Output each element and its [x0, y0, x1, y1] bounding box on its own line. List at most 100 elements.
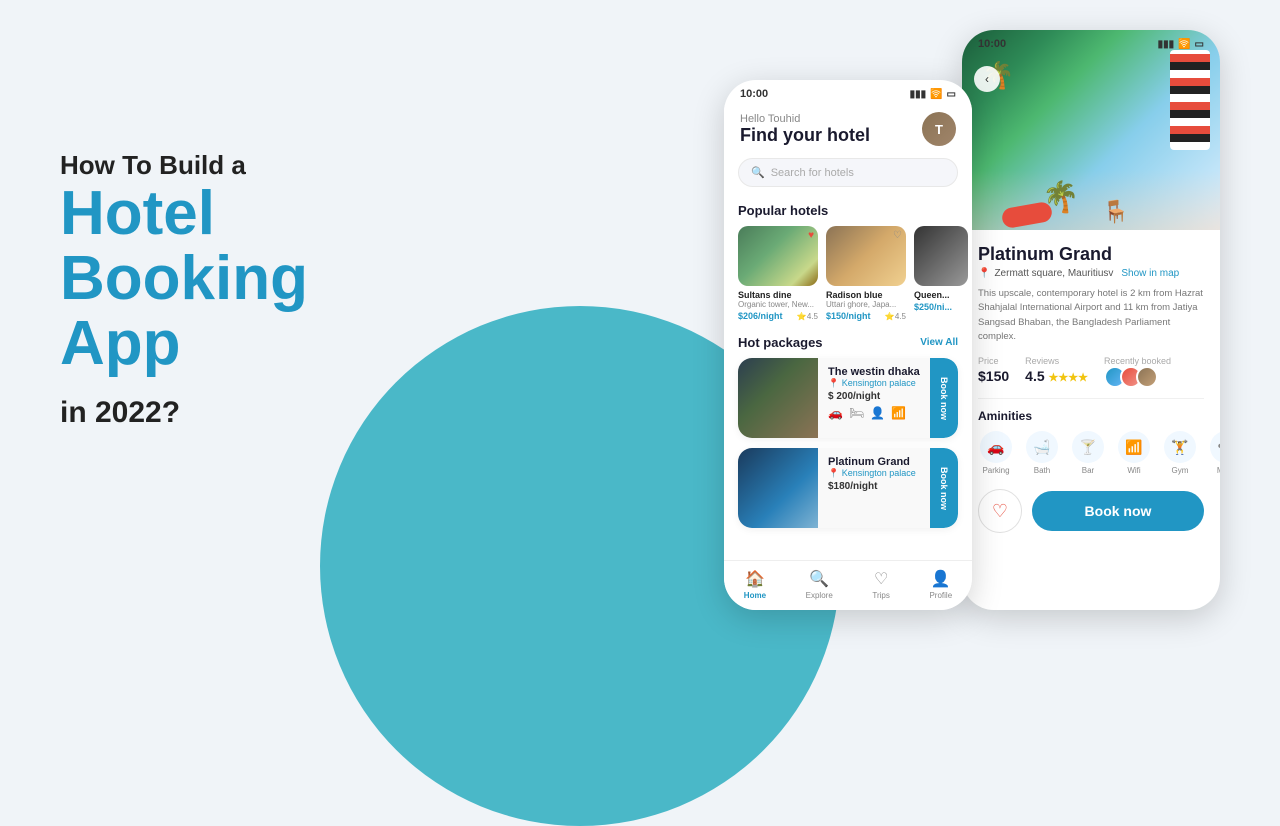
hotel-card-1[interactable]: ♥ Sultans dine Organic tower, New... $20… — [738, 226, 818, 321]
amenity-parking: 🚗 Parking — [978, 431, 1014, 475]
greeting-block: Hello Touhid Find your hotel — [740, 113, 870, 146]
nav-trips[interactable]: ♡ Trips — [872, 569, 889, 600]
reviews-value: 4.5 ★★★★ — [1025, 368, 1088, 384]
title-hotel: Hotel — [60, 179, 215, 248]
hotel-card-3[interactable]: Queen... $250/ni... — [914, 226, 968, 321]
popular-hotels-title: Popular hotels — [724, 199, 972, 226]
amenity-bath: 🛁 Bath — [1024, 431, 1060, 475]
view-all-link[interactable]: View All — [920, 337, 958, 348]
hotels-scroll: ♥ Sultans dine Organic tower, New... $20… — [724, 226, 972, 331]
subtitle-line1: How To Build a — [60, 150, 246, 180]
avatar: T — [922, 112, 956, 146]
phones-container: 10:00 ▮▮▮ 🛜 ▭ Hello Touhid Find your hot… — [724, 30, 1220, 610]
header-title: Find your hotel — [740, 125, 870, 146]
wifi-icon: 🛜 — [930, 89, 942, 100]
more-icon: ••• — [1218, 438, 1220, 456]
detail-content: Platinum Grand 📍 Zermatt square, Mauriti… — [962, 230, 1220, 547]
main-title: Hotel Booking App — [60, 181, 308, 376]
nav-home-label: Home — [744, 591, 766, 600]
price-label: Price — [978, 356, 1009, 366]
bath-icon: 🛁 — [1033, 439, 1050, 456]
signal-icon-2: ▮▮▮ — [1158, 39, 1175, 50]
hotel-card-2[interactable]: ♡ Radison blue Uttari ghore, Japa... $15… — [826, 226, 906, 321]
time-2: 10:00 — [978, 38, 1006, 50]
status-icons-2: ▮▮▮ 🛜 ▭ — [1158, 39, 1204, 50]
title-app: App — [60, 309, 181, 378]
hotel-img-1: ♥ — [738, 226, 818, 286]
bottom-nav: 🏠 Home 🔍 Explore ♡ Trips 👤 Profile — [724, 560, 972, 610]
book-now-button[interactable]: Book now — [1032, 491, 1204, 531]
time-1: 10:00 — [740, 88, 768, 100]
nav-explore[interactable]: 🔍 Explore — [806, 569, 833, 600]
heart-icon-2: ♡ — [893, 230, 902, 241]
detail-location: 📍 Zermatt square, Mauritiusv Show in map — [978, 268, 1204, 279]
phone-detail: 10:00 ▮▮▮ 🛜 ▭ ‹ 🌴 🌴 🪑 Platinum Grand 📍 Z… — [962, 30, 1220, 610]
amenity-gym: 🏋 Gym — [1162, 431, 1198, 475]
hotel-location-1: Organic tower, New... — [738, 300, 818, 309]
battery-icon-2: ▭ — [1195, 39, 1204, 50]
hotel-name-1: Sultans dine — [738, 290, 818, 300]
package-price-1: $ 200/night — [828, 391, 920, 402]
hotel-rating-1: ⭐4.5 — [797, 312, 818, 321]
amenities-title: Aminities — [978, 409, 1204, 423]
palm-tree-1: 🌴 — [1042, 180, 1079, 215]
status-icons-1: ▮▮▮ 🛜 ▭ — [910, 89, 956, 100]
nav-home[interactable]: 🏠 Home — [744, 569, 766, 600]
package-amenities-1: 🚗 🛏 👤 📶 — [828, 406, 920, 420]
recently-booked-avatars — [1104, 366, 1171, 388]
left-text-section: How To Build a Hotel Booking App in 2022… — [60, 150, 308, 430]
search-icon: 🔍 — [751, 166, 765, 179]
recently-booked-stat: Recently booked — [1104, 356, 1171, 388]
book-btn-1[interactable]: Book now — [930, 358, 958, 438]
parking-icon: 🚗 — [987, 439, 1004, 456]
rbi-3 — [1136, 366, 1158, 388]
home-icon: 🏠 — [745, 569, 765, 589]
heart-icon-1: ♥ — [808, 230, 814, 241]
amenities-grid: 🚗 Parking 🛁 Bath 🍸 Bar — [978, 431, 1204, 475]
wifi-icon-2: 🛜 — [1178, 39, 1190, 50]
package-card-2[interactable]: Platinum Grand 📍 Kensington palace $180/… — [738, 448, 958, 528]
location-pin-1: 📍 — [828, 378, 839, 388]
hot-packages-title: Hot packages — [738, 335, 823, 350]
book-btn-2[interactable]: Book now — [930, 448, 958, 528]
beach-chair: 🪑 — [1102, 199, 1129, 225]
battery-icon: ▭ — [947, 89, 956, 100]
phone-header: Hello Touhid Find your hotel T — [724, 104, 972, 158]
back-button[interactable]: ‹ — [974, 66, 1000, 92]
stars-icon: ★★★★ — [1049, 372, 1088, 384]
package-name-2: Platinum Grand — [828, 456, 920, 468]
hotel-name-3: Queen... — [914, 290, 968, 300]
hotel-price-1: $206/night — [738, 311, 783, 321]
wifi-label: Wifi — [1127, 466, 1140, 475]
package-card-1[interactable]: The westin dhaka 📍 Kensington palace $ 2… — [738, 358, 958, 438]
gym-label: Gym — [1172, 466, 1189, 475]
amenity-wifi: 📶 Wifi — [1116, 431, 1152, 475]
search-placeholder-text: Search for hotels — [771, 167, 854, 179]
hotel-name-2: Radison blue — [826, 290, 906, 300]
parking-circle: 🚗 — [980, 431, 1012, 463]
price-stat: Price $150 — [978, 356, 1009, 388]
nav-profile[interactable]: 👤 Profile — [929, 569, 952, 600]
price-value: $150 — [978, 368, 1009, 384]
amenity-more[interactable]: ••• More — [1208, 431, 1220, 475]
package-price-2: $180/night — [828, 481, 920, 492]
bar-label: Bar — [1082, 466, 1094, 475]
package-img-1 — [738, 358, 818, 438]
hot-packages-header: Hot packages View All — [724, 331, 972, 358]
profile-icon: 👤 — [931, 569, 951, 589]
bar-icon: 🍸 — [1079, 439, 1096, 456]
location-pin-2: 📍 — [828, 468, 839, 478]
hotel-img-2: ♡ — [826, 226, 906, 286]
hotel-detail-image: 10:00 ▮▮▮ 🛜 ▭ ‹ 🌴 🌴 🪑 — [962, 30, 1220, 230]
building-decoration — [1170, 50, 1210, 150]
package-img-2 — [738, 448, 818, 528]
phone-search: 10:00 ▮▮▮ 🛜 ▭ Hello Touhid Find your hot… — [724, 80, 972, 610]
search-bar[interactable]: 🔍 Search for hotels — [738, 158, 958, 187]
package-name-1: The westin dhaka — [828, 366, 920, 378]
status-bar-2: 10:00 ▮▮▮ 🛜 ▭ — [962, 30, 1220, 54]
show-map-link[interactable]: Show in map — [1121, 268, 1179, 279]
reviews-stat: Reviews 4.5 ★★★★ — [1025, 356, 1088, 388]
package-location-1: 📍 Kensington palace — [828, 378, 920, 389]
bar-circle: 🍸 — [1072, 431, 1104, 463]
favorite-button[interactable]: ♡ — [978, 489, 1022, 533]
